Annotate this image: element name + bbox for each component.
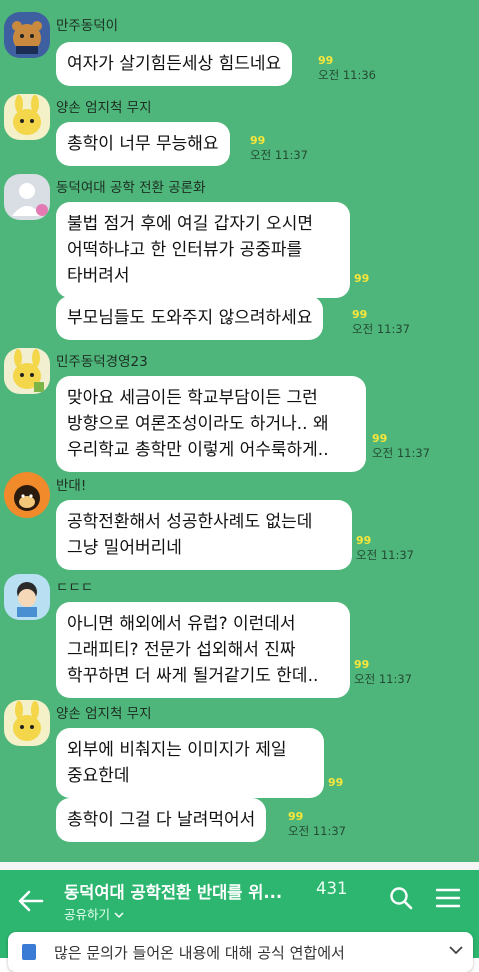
back-arrow-icon[interactable]: [16, 886, 46, 916]
sender-name: 동덕여대 공학 전환 공론화: [56, 180, 206, 196]
message-meta: 99: [328, 776, 343, 790]
message-meta: 99 오전 11:37: [372, 432, 430, 460]
message-bubble[interactable]: 불법 점거 후에 여길 갑자기 오시면 어떡하냐고 한 인터뷰가 공중파를 타버…: [56, 202, 350, 298]
sender-name: ㄷㄷㄷ: [56, 580, 94, 596]
message-time: 오전 11:36: [318, 68, 376, 82]
menu-icon[interactable]: [434, 885, 462, 911]
sender-name: 양손 엄지척 무지: [56, 706, 152, 722]
message-bubble[interactable]: 총학이 그걸 다 날려먹어서: [56, 798, 267, 842]
message-line: 타버려서: [67, 266, 130, 286]
message-line: 그냥 밀어버리네: [67, 538, 182, 558]
muzi-character-icon: [13, 349, 44, 392]
sender-name: 양손 엄지척 무지: [56, 100, 152, 116]
message-line: 어떡하냐고 한 인터뷰가 공중파를: [67, 240, 303, 260]
message-line: 학꾸하면 더 싸게 될거같기도 한데..: [67, 666, 319, 686]
message-bubble[interactable]: 아니면 해외에서 유럽? 이런데서 그래피티? 전문가 섭외해서 진짜 학꾸하면…: [56, 602, 350, 698]
sender-name: 민주동덕경영23: [56, 354, 148, 370]
bear-character-icon: [12, 21, 42, 54]
message-bubble[interactable]: 총학이 너무 무능해요: [56, 122, 230, 166]
message-time: 오전 11:37: [356, 548, 414, 562]
message-meta: 99 오전 11:37: [352, 308, 410, 336]
message-time: 오전 11:37: [288, 824, 346, 838]
chevron-down-icon: [114, 912, 124, 919]
notice-banner[interactable]: 많은 문의가 들어온 내용에 대해 공식 연합에서: [8, 932, 473, 972]
muzi-character-icon: [13, 701, 41, 741]
message-line: 그래피티? 전문가 섭외해서 진짜: [67, 640, 296, 660]
message-line: 공학전환해서 성공한사례도 없는데: [67, 512, 313, 532]
avatar[interactable]: [4, 94, 50, 140]
message-meta: 99 오전 11:37: [288, 810, 346, 838]
message-line: 불법 점거 후에 여길 갑자기 오시면: [67, 214, 313, 234]
avatar[interactable]: [4, 472, 50, 518]
search-icon[interactable]: [388, 885, 414, 911]
message-time: 오전 11:37: [354, 672, 412, 686]
muzi-character-icon: [13, 95, 41, 135]
unread-count: 99: [354, 272, 370, 285]
unread-count: 99: [250, 134, 266, 147]
avatar[interactable]: [4, 348, 50, 394]
chat-area[interactable]: 만주동덕이 여자가 살기힘든세상 힘드네요 99 오전 11:36 양손 엄지척…: [0, 0, 479, 862]
cartoon-character-icon: [17, 582, 37, 617]
chevron-down-icon[interactable]: [448, 944, 464, 956]
cartoon-face-icon: [14, 485, 40, 511]
message-line: 맞아요 세금이든 학교부담이든 그런: [67, 388, 318, 408]
default-profile-icon: [12, 183, 48, 216]
message-time: 오전 11:37: [352, 322, 410, 336]
unread-count: 99: [318, 54, 334, 67]
unread-count: 99: [356, 534, 372, 547]
message-meta: 99 오전 11:37: [356, 534, 414, 562]
message-bubble[interactable]: 부모님들도 도와주지 않으려하세요: [56, 296, 324, 340]
share-label: 공유하기: [64, 907, 111, 922]
unread-count: 99: [288, 810, 304, 823]
sender-name: 만주동덕이: [56, 18, 119, 34]
message-time: 오전 11:37: [250, 148, 308, 162]
member-count[interactable]: 431: [316, 879, 348, 898]
unread-count: 99: [372, 432, 388, 445]
message-meta: 99 오전 11:37: [354, 658, 412, 686]
message-bubble[interactable]: 공학전환해서 성공한사례도 없는데 그냥 밀어버리네: [56, 500, 352, 570]
message-bubble[interactable]: 맞아요 세금이든 학교부담이든 그런 방향으로 여론조성이라도 하거나.. 왜 …: [56, 376, 366, 472]
message-line: 아니면 해외에서 유럽? 이런데서: [67, 614, 296, 634]
message-line: 중요한데: [67, 766, 130, 786]
unread-count: 99: [354, 658, 370, 671]
sender-name: 반대!: [56, 478, 87, 494]
message-meta: 99 오전 11:36: [318, 54, 376, 82]
message-meta: 99: [354, 272, 369, 286]
avatar[interactable]: [4, 12, 50, 58]
divider: [0, 862, 479, 870]
avatar[interactable]: [4, 574, 50, 620]
unread-count: 99: [352, 308, 368, 321]
message-bubble[interactable]: 여자가 살기힘든세상 힘드네요: [56, 42, 293, 86]
chat-room-title[interactable]: 동덕여대 공학전환 반대를 위...: [64, 879, 282, 903]
notice-text: 많은 문의가 들어온 내용에 대해 공식 연합에서: [54, 944, 345, 962]
unread-count: 99: [328, 776, 344, 789]
message-bubble[interactable]: 외부에 비춰지는 이미지가 제일 중요한데: [56, 728, 324, 798]
message-line: 우리학교 총학만 이렇게 어수룩하게..: [67, 440, 329, 460]
avatar[interactable]: [4, 174, 50, 220]
share-button[interactable]: 공유하기: [64, 904, 124, 923]
message-meta: 99 오전 11:37: [250, 134, 308, 162]
message-time: 오전 11:37: [372, 446, 430, 460]
message-line: 방향으로 여론조성이라도 하거나.. 왜: [67, 414, 329, 434]
message-line: 외부에 비춰지는 이미지가 제일: [67, 740, 287, 760]
avatar[interactable]: [4, 700, 50, 746]
